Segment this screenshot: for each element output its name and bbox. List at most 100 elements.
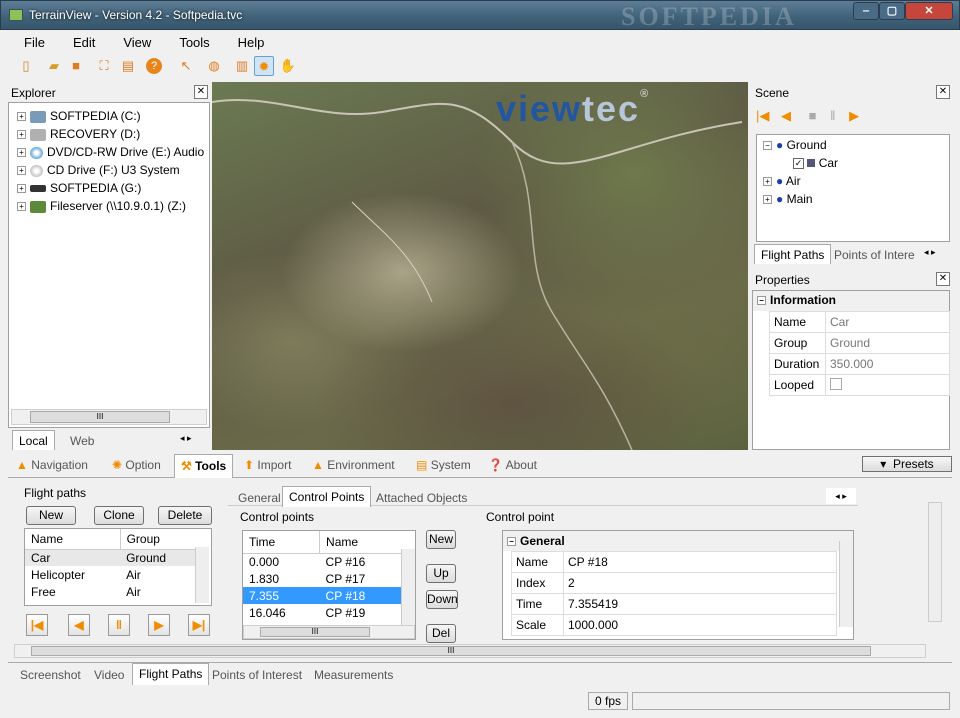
table-row-selected[interactable]: 7.355 CP #18 — [243, 587, 401, 604]
looped-checkbox[interactable] — [825, 374, 950, 396]
tools-hscroll[interactable]: III — [14, 644, 926, 658]
tab-environment[interactable]: ▲ Environment — [312, 458, 395, 472]
play-icon[interactable]: ▶ — [849, 108, 859, 123]
tab-navigation[interactable]: ▲ Navigation — [16, 458, 88, 472]
sun-icon[interactable]: ✹ — [254, 56, 274, 76]
tab-web[interactable]: Web — [64, 431, 100, 451]
menu-edit[interactable]: Edit — [59, 33, 95, 50]
tab-tools[interactable]: ⚒ Tools — [174, 454, 234, 478]
presets-button[interactable]: ▾ Presets — [862, 456, 952, 472]
car-checkbox[interactable]: ✓ — [793, 158, 804, 170]
tools-vscroll[interactable] — [928, 502, 942, 622]
menu-view[interactable]: View — [109, 33, 151, 50]
tab-scroll-arrows[interactable]: ◂ ▸ — [924, 247, 936, 258]
table-row[interactable]: Free Air — [25, 583, 195, 600]
first-icon[interactable]: |◀ — [756, 108, 769, 123]
tab-screenshot[interactable]: Screenshot — [14, 665, 87, 685]
tab-scroll-arrows[interactable]: ◂ ▸ — [180, 433, 192, 444]
tab-import[interactable]: ⬆ Import — [244, 458, 291, 472]
vscroll[interactable] — [195, 547, 209, 603]
table-row[interactable]: Helicopter Air — [25, 566, 195, 583]
pause-icon[interactable]: ‖ — [830, 108, 835, 123]
new-point-button[interactable]: New — [426, 530, 456, 549]
explorer-close-icon[interactable]: ✕ — [194, 85, 208, 99]
property-value[interactable]: Car — [825, 311, 950, 333]
property-value[interactable]: 7.355419 — [563, 593, 837, 615]
minimize-button[interactable]: ‒ — [853, 2, 879, 20]
tab-video[interactable]: Video — [88, 665, 130, 685]
tree-item-drive[interactable]: + RECOVERY (D:) — [17, 125, 209, 143]
tab-control-points[interactable]: Control Points — [282, 486, 372, 507]
new-flight-path-button[interactable]: New — [26, 506, 76, 525]
scene-node-car[interactable]: ✓ Car — [763, 154, 949, 172]
up-button[interactable]: Up — [426, 564, 456, 583]
down-button[interactable]: Down — [426, 590, 458, 609]
vscroll[interactable] — [401, 549, 415, 625]
new-file-icon[interactable]: ▯ — [16, 56, 36, 76]
open-folder-icon[interactable]: ▰ — [44, 56, 64, 76]
maximize-button[interactable]: ▢ — [879, 2, 905, 20]
save-icon[interactable]: ■ — [66, 56, 86, 76]
last-frame-icon[interactable]: ▶| — [188, 614, 210, 636]
play-icon[interactable]: ▶ — [148, 614, 170, 636]
tab-flight-paths[interactable]: Flight Paths — [754, 244, 832, 264]
table-row[interactable]: 0.000 CP #16 — [243, 553, 401, 570]
scene-close-icon[interactable]: ✕ — [936, 85, 950, 99]
tree-item-drive[interactable]: + Fileserver (\\10.9.0.1) (Z:) — [17, 197, 209, 215]
hscroll[interactable]: III — [243, 625, 415, 639]
tab-system[interactable]: ▤ System — [416, 458, 471, 472]
table-row[interactable]: 16.046 CP #19 — [243, 604, 401, 621]
tab-points-of-interest[interactable]: Points of Intere — [828, 245, 921, 265]
tab-option[interactable]: ✺ Option — [112, 458, 161, 472]
menu-tools[interactable]: Tools — [165, 33, 209, 50]
tree-item-drive[interactable]: + SOFTPEDIA (G:) — [17, 179, 209, 197]
rewind-icon[interactable]: ◀ — [68, 614, 90, 636]
tab-general[interactable]: General — [232, 488, 287, 508]
close-button[interactable]: ✕ — [905, 2, 953, 20]
scene-node-air[interactable]: + ● Air — [763, 172, 949, 190]
hand-icon[interactable]: ✋ — [278, 56, 298, 76]
terrain-viewport[interactable]: viewtec® — [212, 82, 748, 450]
clone-button[interactable]: Clone — [94, 506, 144, 525]
tab-attached-objects[interactable]: Attached Objects — [370, 488, 473, 508]
property-value[interactable]: CP #18 — [563, 551, 837, 573]
tab-scroll-arrows[interactable]: ◂ ▸ — [826, 488, 856, 504]
delete-point-button[interactable]: Del — [426, 624, 456, 643]
pause-icon[interactable]: ‖ — [108, 614, 130, 636]
scene-node-main[interactable]: + ● Main — [763, 190, 949, 208]
prev-icon[interactable]: ◀ — [781, 108, 791, 123]
tab-measurements[interactable]: Measurements — [308, 665, 399, 685]
tab-about[interactable]: ❓ About — [488, 458, 537, 472]
tab-local[interactable]: Local — [12, 430, 55, 450]
column-header[interactable]: Name — [25, 529, 120, 549]
layout-icon[interactable]: ▤ — [118, 56, 138, 76]
delete-button[interactable]: Delete — [158, 506, 212, 525]
pointer-icon[interactable]: ↖ — [176, 56, 196, 76]
column-header[interactable]: Name — [319, 531, 401, 553]
menu-help[interactable]: Help — [224, 33, 265, 50]
first-frame-icon[interactable]: |◀ — [26, 614, 48, 636]
scene-node-ground[interactable]: − ● Ground — [763, 136, 949, 154]
tab-points-of-interest-bottom[interactable]: Points of Interest — [206, 665, 308, 685]
table-row[interactable]: Car Ground — [25, 549, 195, 566]
menu-file[interactable]: File — [10, 33, 45, 50]
table-row[interactable]: 1.830 CP #17 — [243, 570, 401, 587]
globe-icon[interactable]: ◍ — [204, 56, 224, 76]
tab-flight-paths-bottom[interactable]: Flight Paths — [132, 663, 210, 685]
fit-view-icon[interactable]: ⛶ — [94, 56, 114, 76]
tree-item-drive[interactable]: + CD Drive (F:) U3 System — [17, 161, 209, 179]
help-icon[interactable]: ? — [146, 58, 162, 74]
properties-close-icon[interactable]: ✕ — [936, 272, 950, 286]
tree-item-drive[interactable]: + SOFTPEDIA (C:) — [17, 107, 209, 125]
explorer-hscroll[interactable]: III — [11, 409, 207, 425]
column-header[interactable]: Group — [119, 529, 195, 549]
vscroll[interactable] — [839, 541, 853, 627]
property-value[interactable]: 350.000 — [825, 353, 950, 375]
column-header[interactable]: Time — [243, 531, 320, 553]
terrain-icon[interactable]: ▥ — [232, 56, 252, 76]
tree-item-drive[interactable]: + DVD/CD-RW Drive (E:) Audio — [17, 143, 209, 161]
stop-icon[interactable]: ■ — [809, 108, 817, 123]
property-value[interactable]: Ground — [825, 332, 950, 354]
property-value[interactable]: 2 — [563, 572, 837, 594]
property-value[interactable]: 1000.000 — [563, 614, 837, 636]
